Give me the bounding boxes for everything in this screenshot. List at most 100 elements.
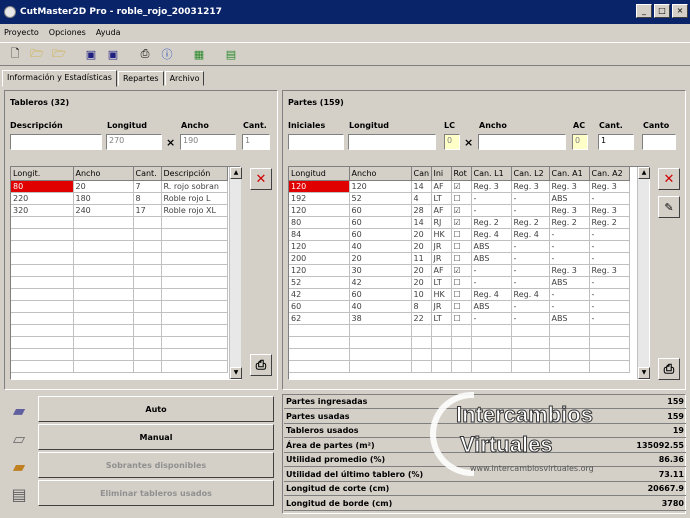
table-cell[interactable]: ABS: [549, 276, 590, 289]
table-cell[interactable]: -: [471, 312, 512, 325]
table-cell[interactable]: 62: [289, 312, 350, 325]
table-row[interactable]: 320 240 17 Roble rojo XL: [11, 204, 228, 217]
partes-column-header[interactable]: Ini: [431, 167, 452, 181]
table-cell[interactable]: 120: [349, 180, 412, 193]
table-cell[interactable]: [133, 336, 162, 349]
table-cell[interactable]: ☐: [451, 288, 472, 301]
table-cell[interactable]: [161, 348, 228, 361]
table-cell[interactable]: ABS: [471, 252, 512, 265]
table-cell[interactable]: ☑: [451, 204, 472, 217]
table-cell[interactable]: [73, 312, 134, 325]
table-cell[interactable]: [73, 228, 134, 241]
table-cell[interactable]: [161, 360, 228, 373]
table-cell[interactable]: 120: [289, 240, 350, 253]
tab-repartes[interactable]: Repartes: [117, 71, 164, 86]
partes-ancho-input[interactable]: [478, 134, 566, 150]
table-cell[interactable]: ☑: [451, 180, 472, 193]
partes-column-header[interactable]: Can. L1: [471, 167, 512, 181]
table-cell[interactable]: [589, 324, 630, 337]
table-cell[interactable]: -: [511, 240, 550, 253]
table-cell[interactable]: Reg. 4: [471, 288, 512, 301]
table-cell[interactable]: 60: [349, 216, 412, 229]
table-cell[interactable]: [511, 348, 550, 361]
table-cell[interactable]: -: [511, 192, 550, 205]
table-cell[interactable]: [11, 360, 74, 373]
table-cell[interactable]: [73, 264, 134, 277]
table-cell[interactable]: [549, 336, 590, 349]
table-cell[interactable]: [289, 360, 350, 373]
table-cell[interactable]: [73, 252, 134, 265]
table-cell[interactable]: [133, 252, 162, 265]
table-cell[interactable]: [349, 360, 412, 373]
table-row[interactable]: 120 30 20 AF ☑ - - Reg. 3 Reg. 3: [289, 264, 630, 277]
table-cell[interactable]: AF: [431, 204, 452, 217]
table-cell[interactable]: [549, 324, 590, 337]
table-cell[interactable]: 20: [411, 264, 432, 277]
table-cell[interactable]: 84: [289, 228, 350, 241]
table-cell[interactable]: -: [589, 276, 630, 289]
table-cell[interactable]: 30: [349, 264, 412, 277]
table-cell[interactable]: [589, 336, 630, 349]
close-button[interactable]: ×: [672, 4, 688, 18]
table-cell[interactable]: -: [471, 192, 512, 205]
table-cell[interactable]: [511, 324, 550, 337]
table-cell[interactable]: 52: [349, 192, 412, 205]
partes-column-header[interactable]: Can. A2: [589, 167, 630, 181]
table-row[interactable]: [11, 228, 228, 241]
table-cell[interactable]: [73, 324, 134, 337]
table-cell[interactable]: [161, 336, 228, 349]
table-cell[interactable]: Reg. 3: [511, 180, 550, 193]
table-cell[interactable]: [161, 264, 228, 277]
partes-longitud-input[interactable]: [348, 134, 436, 150]
table-cell[interactable]: 40: [349, 240, 412, 253]
table-cell[interactable]: ☑: [451, 264, 472, 277]
table-cell[interactable]: [133, 324, 162, 337]
partes-canto-select[interactable]: [642, 134, 676, 150]
partes-column-header[interactable]: Can. L2: [511, 167, 550, 181]
table-cell[interactable]: [11, 348, 74, 361]
table-cell[interactable]: [73, 216, 134, 229]
table-cell[interactable]: [451, 348, 472, 361]
table-cell[interactable]: [161, 228, 228, 241]
table-row[interactable]: [11, 264, 228, 277]
table-cell[interactable]: 42: [289, 288, 350, 301]
table-cell[interactable]: [451, 336, 472, 349]
table-cell[interactable]: Reg. 2: [471, 216, 512, 229]
table-cell[interactable]: ☑: [451, 216, 472, 229]
table-cell[interactable]: [511, 360, 550, 373]
table-cell[interactable]: [411, 324, 432, 337]
tableros-column-header[interactable]: Longit.: [11, 167, 74, 181]
table-cell[interactable]: [289, 348, 350, 361]
table-cell[interactable]: [471, 336, 512, 349]
partes-iniciales-input[interactable]: [288, 134, 344, 150]
table-cell[interactable]: [11, 336, 74, 349]
table-cell[interactable]: Roble rojo XL: [161, 204, 228, 217]
table-cell[interactable]: [133, 264, 162, 277]
table-cell[interactable]: Reg. 4: [511, 288, 550, 301]
table-cell[interactable]: [161, 288, 228, 301]
table-cell[interactable]: 7: [133, 180, 162, 193]
table-cell[interactable]: 10: [411, 288, 432, 301]
table-cell[interactable]: -: [511, 264, 550, 277]
table-cell[interactable]: [133, 240, 162, 253]
table-cell[interactable]: -: [511, 300, 550, 313]
table-cell[interactable]: 20: [411, 276, 432, 289]
table-cell[interactable]: [431, 360, 452, 373]
table-cell[interactable]: 60: [349, 288, 412, 301]
table-cell[interactable]: [73, 288, 134, 301]
table-row[interactable]: 60 40 8 JR ☐ ABS - - -: [289, 300, 630, 313]
table-cell[interactable]: [11, 216, 74, 229]
table-cell[interactable]: -: [589, 252, 630, 265]
table-cell[interactable]: [133, 348, 162, 361]
table-cell[interactable]: ☐: [451, 240, 472, 253]
table-cell[interactable]: 22: [411, 312, 432, 325]
table-cell[interactable]: [471, 348, 512, 361]
table-cell[interactable]: 17: [133, 204, 162, 217]
tableros-column-header[interactable]: Ancho: [73, 167, 134, 181]
table-cell[interactable]: 80: [289, 216, 350, 229]
table-cell[interactable]: ☐: [451, 252, 472, 265]
partes-column-header[interactable]: Ancho: [349, 167, 412, 181]
delete-parte-button[interactable]: ✕: [658, 168, 680, 190]
table-cell[interactable]: 60: [349, 204, 412, 217]
table-row[interactable]: 52 42 20 LT ☐ - - ABS -: [289, 276, 630, 289]
